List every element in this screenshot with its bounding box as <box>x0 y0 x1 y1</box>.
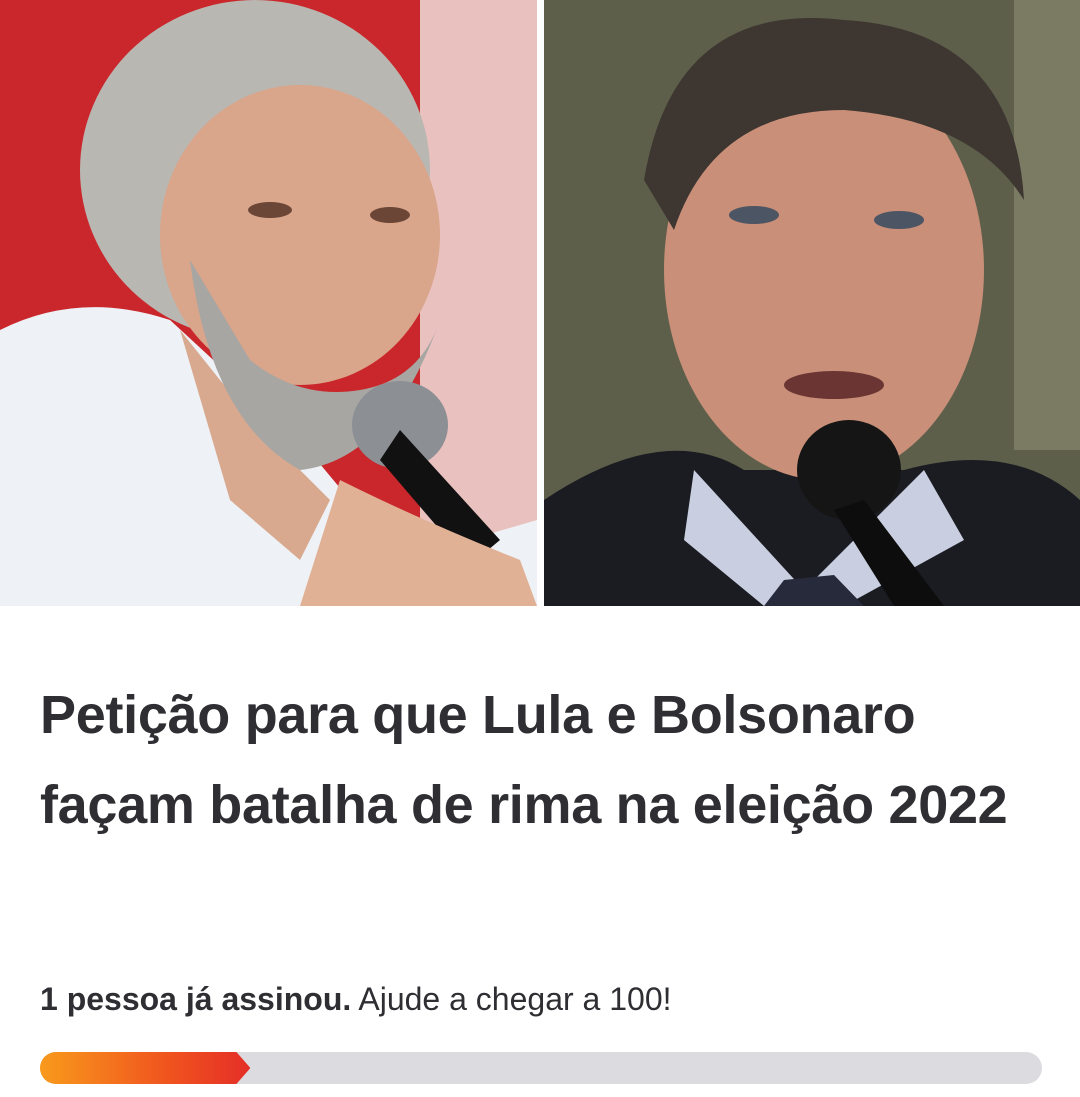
petition-title[interactable]: Petição para que Lula e Bolsonaro façam … <box>40 670 1040 850</box>
photo-bolsonaro <box>544 0 1080 606</box>
lula-portrait-illustration <box>0 0 537 606</box>
photo-lula <box>0 0 537 606</box>
signature-count: 1 pessoa já assinou. Ajude a chegar a 10… <box>40 975 672 1023</box>
signature-progress-bar <box>40 1052 1042 1084</box>
bolsonaro-portrait-illustration <box>544 0 1080 606</box>
petition-cover-image <box>0 0 1080 606</box>
signature-progress-fill <box>40 1052 250 1084</box>
signed-count-text: 1 pessoa já assinou. <box>40 981 352 1017</box>
goal-text: Ajude a chegar a 100! <box>351 981 672 1017</box>
